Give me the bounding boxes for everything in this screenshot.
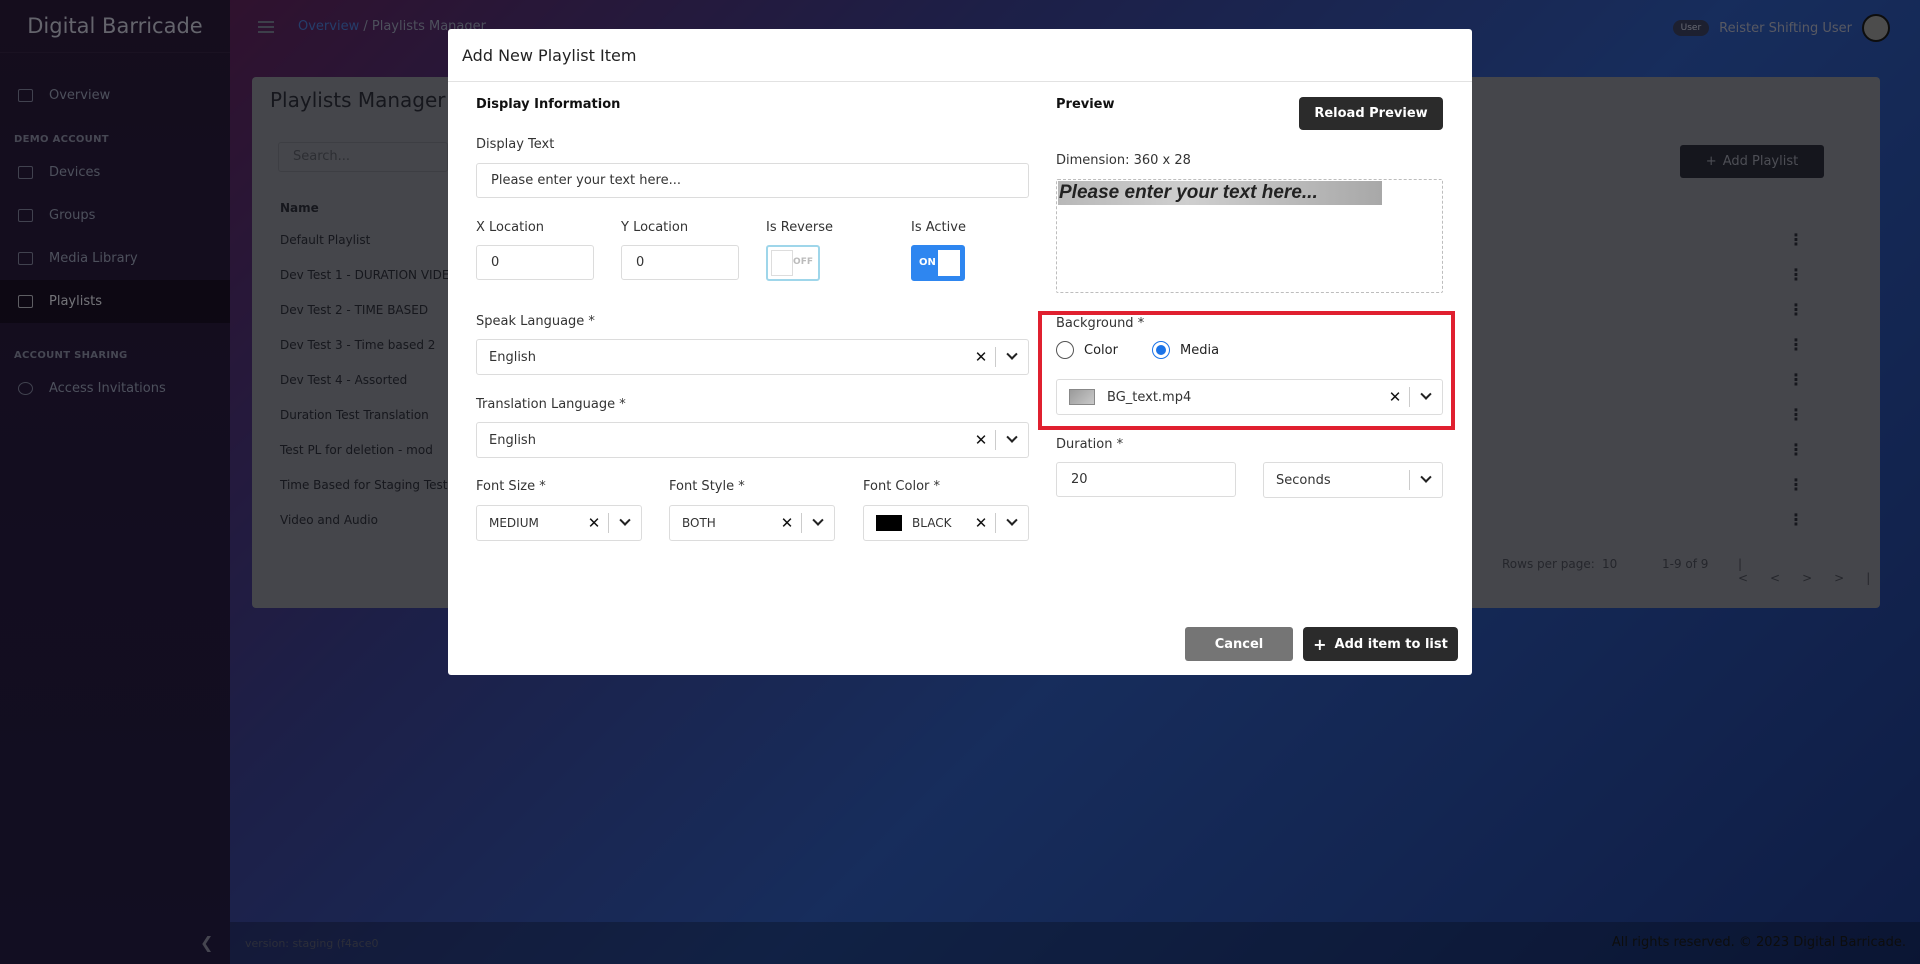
- clear-icon[interactable]: ✕: [580, 514, 608, 532]
- background-option-media[interactable]: Media: [1152, 341, 1219, 359]
- media-file-select[interactable]: BG_text.mp4 ✕: [1056, 379, 1443, 415]
- select-value: BOTH: [682, 516, 716, 530]
- clear-icon[interactable]: ✕: [967, 348, 995, 366]
- font-size-label: Font Size *: [476, 479, 546, 494]
- radio-label: Color: [1084, 342, 1118, 358]
- reload-preview-button[interactable]: Reload Preview: [1299, 97, 1443, 130]
- duration-label: Duration *: [1056, 437, 1124, 452]
- translation-language-label: Translation Language *: [476, 397, 626, 412]
- select-value: Seconds: [1276, 472, 1331, 488]
- x-location-label: X Location: [476, 220, 545, 235]
- speak-language-select[interactable]: English ✕: [476, 339, 1029, 375]
- speak-language-label: Speak Language *: [476, 314, 595, 329]
- translation-language-select[interactable]: English ✕: [476, 422, 1029, 458]
- is-active-toggle[interactable]: ON: [911, 245, 965, 281]
- y-location-label: Y Location: [621, 220, 689, 235]
- background-label: Background *: [1056, 316, 1145, 331]
- toggle-state: ON: [919, 257, 936, 268]
- font-style-select[interactable]: BOTH ✕: [669, 505, 835, 541]
- x-location-input[interactable]: 0: [476, 245, 594, 280]
- select-value: English: [489, 349, 536, 365]
- select-value: MEDIUM: [489, 516, 539, 530]
- add-item-button[interactable]: + Add item to list: [1303, 627, 1458, 661]
- display-text-input[interactable]: Please enter your text here...: [476, 163, 1029, 198]
- clear-icon[interactable]: ✕: [967, 431, 995, 449]
- preview-area: Please enter your text here...: [1056, 179, 1443, 293]
- chevron-down-icon[interactable]: [1410, 388, 1442, 401]
- toggle-knob: [938, 250, 960, 276]
- chevron-down-icon[interactable]: [609, 514, 641, 527]
- radio-media[interactable]: [1152, 341, 1170, 359]
- add-playlist-item-dialog: Add New Playlist Item Display Informatio…: [448, 29, 1472, 675]
- plus-icon: +: [1313, 634, 1327, 654]
- preview-title: Preview: [1056, 97, 1115, 112]
- chevron-down-icon[interactable]: [996, 431, 1028, 444]
- is-reverse-toggle[interactable]: OFF: [766, 245, 820, 281]
- media-thumbnail: [1069, 389, 1095, 405]
- display-text-label: Display Text: [476, 137, 555, 152]
- select-value: English: [489, 432, 536, 448]
- clear-icon[interactable]: ✕: [1381, 388, 1409, 406]
- select-value: BG_text.mp4: [1107, 389, 1192, 405]
- radio-color[interactable]: [1056, 341, 1074, 359]
- color-swatch: [876, 515, 902, 531]
- chevron-down-icon[interactable]: [996, 348, 1028, 361]
- font-color-label: Font Color *: [863, 479, 941, 494]
- font-style-label: Font Style *: [669, 479, 745, 494]
- cancel-button[interactable]: Cancel: [1185, 627, 1293, 661]
- radio-label: Media: [1180, 342, 1220, 358]
- select-value: BLACK: [912, 516, 952, 530]
- is-active-label: Is Active: [911, 220, 966, 235]
- dimension-label: Dimension: 360 x 28: [1056, 153, 1191, 168]
- duration-input[interactable]: 20: [1056, 462, 1236, 497]
- font-size-select[interactable]: MEDIUM ✕: [476, 505, 642, 541]
- dialog-title: Add New Playlist Item: [448, 29, 1472, 82]
- clear-icon[interactable]: ✕: [773, 514, 801, 532]
- duration-unit-select[interactable]: Seconds: [1263, 462, 1443, 498]
- display-info-title: Display Information: [476, 97, 621, 112]
- is-reverse-label: Is Reverse: [766, 220, 833, 235]
- toggle-knob: [771, 250, 793, 276]
- y-location-input[interactable]: 0: [621, 245, 739, 280]
- chevron-down-icon[interactable]: [996, 514, 1028, 527]
- chevron-down-icon[interactable]: [1410, 471, 1442, 484]
- add-item-label: Add item to list: [1334, 636, 1448, 652]
- background-option-color[interactable]: Color: [1056, 341, 1118, 359]
- toggle-state: OFF: [793, 257, 813, 267]
- preview-text: Please enter your text here...: [1059, 182, 1318, 203]
- font-color-select[interactable]: BLACK ✕: [863, 505, 1029, 541]
- clear-icon[interactable]: ✕: [967, 514, 995, 532]
- chevron-down-icon[interactable]: [802, 514, 834, 527]
